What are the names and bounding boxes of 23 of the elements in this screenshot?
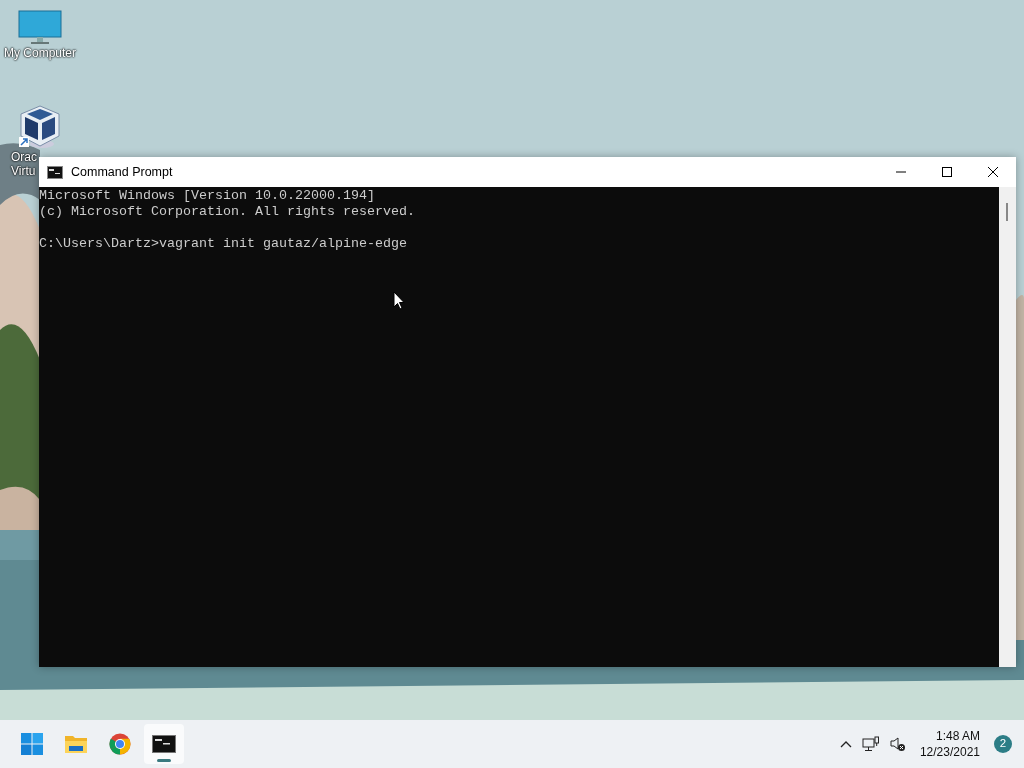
- maximize-icon: [942, 167, 952, 177]
- clock[interactable]: 1:48 AM 12/23/2021: [915, 728, 984, 760]
- console-line: (c) Microsoft Corporation. All rights reserved.: [39, 204, 416, 220]
- chevron-up-icon[interactable]: [839, 740, 852, 748]
- window-title: Command Prompt: [71, 163, 173, 181]
- taskbar-button[interactable]: [144, 724, 184, 764]
- cube-icon[interactable]: [18, 104, 62, 150]
- network-icon[interactable]: [861, 736, 880, 752]
- volume-muted-icon[interactable]: [889, 736, 906, 752]
- desktop-icon-label[interactable]: Virtu: [11, 164, 36, 178]
- scrollbar[interactable]: [999, 187, 1016, 667]
- monitor-icon[interactable]: [18, 10, 62, 46]
- folder-icon: [64, 734, 88, 754]
- terminal-icon: [47, 165, 63, 179]
- terminal-icon: [152, 735, 176, 753]
- console-line: Microsoft Windows [Version 10.0.22000.194]: [39, 188, 376, 204]
- browser-icon: [109, 733, 131, 755]
- desktop-icon-label[interactable]: Orac: [11, 150, 37, 164]
- windows-logo-icon: [21, 733, 43, 755]
- console-line: C:\Users\Dartz>vagrant init gautaz/alpine-edge: [39, 236, 408, 252]
- close-icon: [988, 167, 998, 177]
- notification-count[interactable]: 2: [994, 735, 1012, 753]
- mouse-pointer-icon: [393, 291, 405, 310]
